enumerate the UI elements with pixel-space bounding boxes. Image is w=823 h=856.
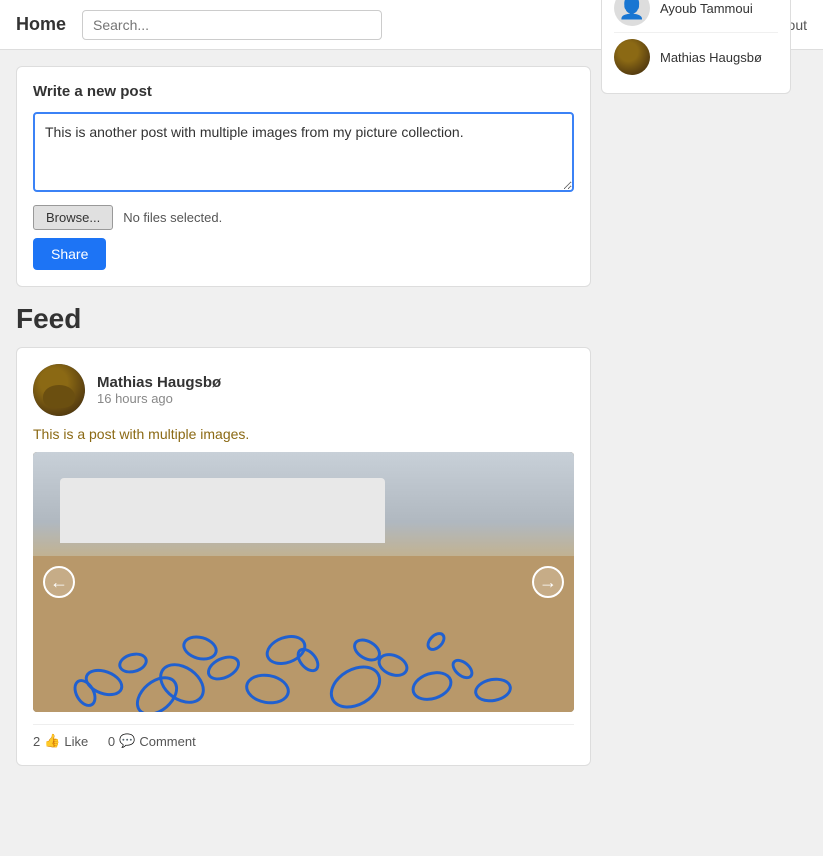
- page-layout: Write a new post This is another post wi…: [0, 50, 823, 798]
- friend-avatar-image-2: [614, 39, 650, 75]
- post-card: Mathias Haugsbø 16 hours ago This is a p…: [16, 347, 591, 766]
- post-textarea[interactable]: This is another post with multiple image…: [33, 112, 574, 192]
- browse-button[interactable]: Browse...: [33, 205, 113, 230]
- post-actions: 2 👍 Like 0 💬 Comment: [33, 724, 574, 749]
- site-title: Home: [16, 14, 66, 35]
- friend-avatar-1: 👤: [614, 0, 650, 26]
- slider-arrow-left[interactable]: ←: [43, 566, 75, 598]
- friend-name-2[interactable]: Mathias Haugsbø: [660, 50, 762, 65]
- rope-piece: [472, 675, 514, 705]
- avatar-image: [33, 364, 85, 416]
- avatar: [33, 364, 85, 416]
- friends-card: Friends 👤 Ayoub Tammoui Mathias Haugsbø: [601, 0, 791, 94]
- slider-background: [33, 452, 574, 712]
- friend-avatar-2: [614, 39, 650, 75]
- post-header: Mathias Haugsbø 16 hours ago: [33, 364, 574, 416]
- comment-icon: 💬: [119, 733, 135, 749]
- post-time: 16 hours ago: [97, 391, 221, 406]
- file-row: Browse... No files selected.: [33, 205, 574, 230]
- rope-piece: [407, 666, 456, 706]
- comment-label: Comment: [139, 734, 195, 749]
- like-button[interactable]: 👍 Like: [44, 733, 88, 749]
- right-arrow-icon: →: [539, 572, 557, 593]
- action-separator: [96, 734, 100, 749]
- friend-name-1[interactable]: Ayoub Tammoui: [660, 1, 753, 16]
- no-files-label: No files selected.: [123, 210, 222, 225]
- friend-item-2: Mathias Haugsbø: [614, 33, 778, 81]
- like-count: 2: [33, 734, 40, 749]
- rope-overlay: [33, 556, 574, 712]
- comment-count: 0: [108, 734, 115, 749]
- write-post-card: Write a new post This is another post wi…: [16, 66, 591, 287]
- main-column: Write a new post This is another post wi…: [16, 66, 591, 782]
- feed-title: Feed: [16, 303, 591, 335]
- like-label: Like: [64, 734, 88, 749]
- friend-item-1: 👤 Ayoub Tammoui: [614, 0, 778, 33]
- slider-arrow-right[interactable]: →: [532, 566, 564, 598]
- search-input[interactable]: [82, 10, 382, 40]
- rope-squiggles: [60, 618, 547, 704]
- thumbs-up-icon: 👍: [44, 733, 60, 749]
- rope-piece: [243, 670, 293, 707]
- post-text: This is a post with multiple images.: [33, 426, 574, 442]
- write-post-title: Write a new post: [33, 83, 574, 100]
- rope-piece: [116, 649, 150, 676]
- right-column: Ads Friends 👤 Ayoub Tammoui Mathias Haug…: [607, 66, 807, 782]
- rope-piece: [179, 631, 220, 663]
- left-arrow-icon: ←: [50, 572, 68, 593]
- comment-button[interactable]: 💬 Comment: [119, 733, 196, 749]
- post-user-info: Mathias Haugsbø 16 hours ago: [97, 374, 221, 406]
- person-icon: 👤: [618, 0, 645, 21]
- rope-piece: [423, 628, 449, 654]
- share-button[interactable]: Share: [33, 238, 106, 270]
- image-slider: ← →: [33, 452, 574, 712]
- post-username: Mathias Haugsbø: [97, 374, 221, 391]
